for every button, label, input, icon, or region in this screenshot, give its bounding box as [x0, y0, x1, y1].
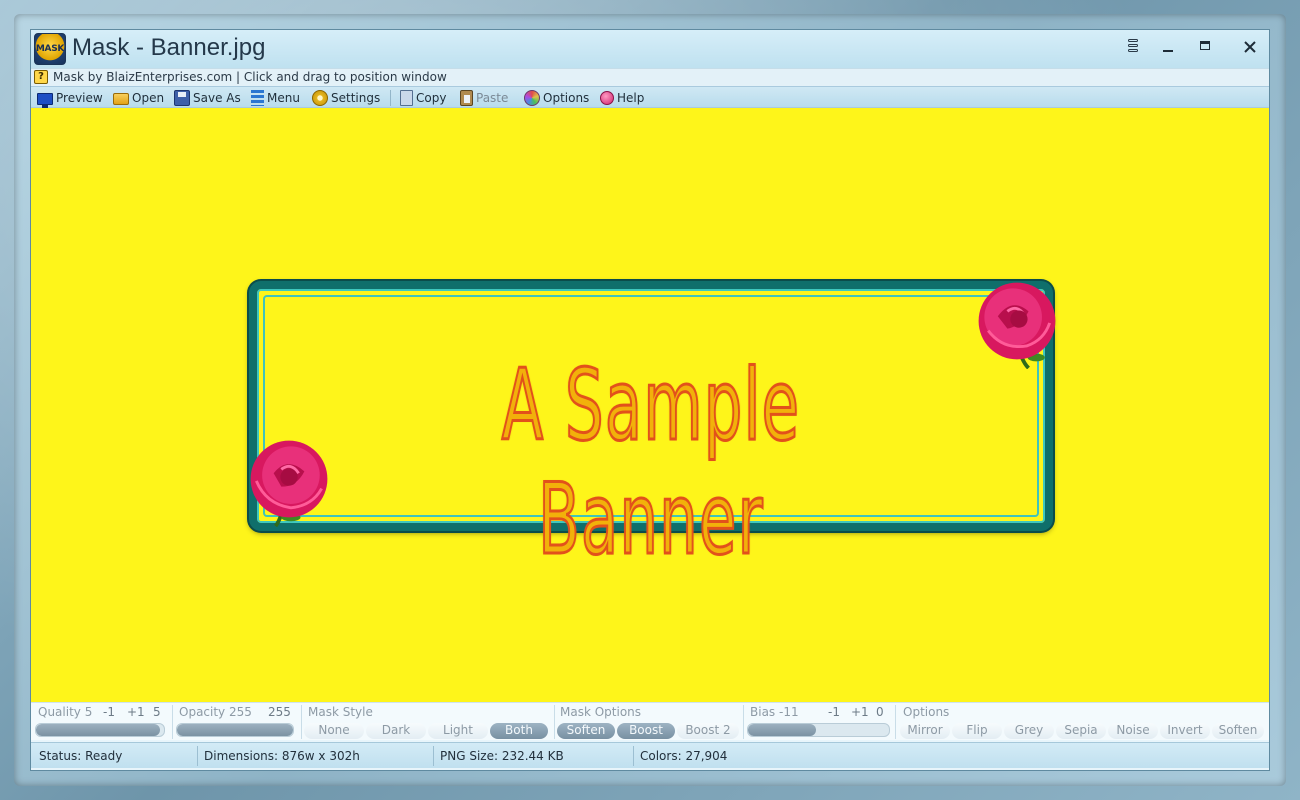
monitor-icon [37, 93, 53, 108]
copy-icon [400, 90, 413, 106]
help-label: Help [617, 91, 645, 105]
open-label: Open [132, 91, 165, 105]
gear-icon [312, 90, 328, 106]
maximize-button[interactable] [1192, 35, 1218, 59]
mask-option-soften-button[interactable]: Soften [557, 723, 615, 739]
menu-lines-icon [251, 90, 264, 106]
options-group: Options Mirror Flip Grey Sepia Noise Inv… [896, 703, 1269, 741]
quality-minus-button[interactable]: -1 [103, 705, 115, 719]
folder-open-icon [113, 93, 129, 105]
quality-plus-button[interactable]: +1 [127, 705, 145, 719]
option-soften-button[interactable]: Soften [1212, 723, 1264, 739]
bias-minus-button[interactable]: -1 [828, 705, 840, 719]
options-button[interactable]: Options [524, 89, 589, 107]
opacity-label: Opacity 255 [179, 705, 252, 719]
app-window: MASK Mask - Banner.jpg ? Mask by BlaizEn… [31, 30, 1269, 770]
preview-label: Preview [56, 91, 103, 105]
mask-style-label: Mask Style [308, 705, 373, 719]
palette-icon [524, 90, 540, 106]
window-title: Mask - Banner.jpg [72, 34, 266, 61]
bias-group: Bias -11 -1 +1 0 [744, 703, 892, 741]
paste-label: Paste [476, 91, 509, 105]
bias-slider[interactable] [747, 723, 890, 737]
option-grey-button[interactable]: Grey [1004, 723, 1054, 739]
close-button[interactable] [1237, 35, 1263, 59]
window-menu-button[interactable] [1120, 35, 1146, 59]
settings-button[interactable]: Settings [312, 89, 380, 107]
opacity-slider[interactable] [176, 723, 294, 737]
opacity-group: Opacity 255 255 [173, 703, 299, 741]
status-text: Status: Ready [33, 746, 198, 766]
toolbar-divider [390, 90, 391, 106]
preview-button[interactable]: Preview [37, 89, 103, 108]
help-button[interactable]: Help [600, 89, 644, 107]
mask-options-label: Mask Options [560, 705, 642, 719]
image-canvas[interactable]: A Sample Banner [31, 108, 1269, 702]
save-as-button[interactable]: Save As [174, 89, 241, 107]
banner-frame: A Sample Banner [249, 281, 1053, 579]
control-strip: Quality 5 -1 +1 5 Opacity 255 255 Mask S… [31, 702, 1269, 740]
copy-button[interactable]: Copy [400, 89, 446, 107]
clipboard-icon [460, 90, 473, 106]
colors-text: Colors: 27,904 [640, 749, 728, 763]
quality-group: Quality 5 -1 +1 5 [31, 703, 171, 741]
option-sepia-button[interactable]: Sepia [1056, 723, 1106, 739]
mask-option-boost2-button[interactable]: Boost 2 [677, 723, 739, 739]
png-size-text: PNG Size: 232.44 KB [434, 746, 634, 766]
app-icon-label: MASK [35, 44, 65, 54]
copy-label: Copy [416, 91, 447, 105]
close-icon [1244, 41, 1256, 53]
option-invert-button[interactable]: Invert [1160, 723, 1210, 739]
bias-plus-button[interactable]: +1 [851, 705, 869, 719]
bias-label: Bias -11 [750, 705, 799, 719]
title-bar[interactable]: MASK Mask - Banner.jpg [31, 30, 1269, 68]
rose-image-bottom-left [250, 440, 328, 527]
mask-options-group: Mask Options Soften Boost Boost 2 [555, 703, 741, 741]
quality-slider-fill [36, 724, 161, 736]
save-as-label: Save As [193, 91, 241, 105]
banner-text: A Sample Banner [501, 348, 801, 579]
option-flip-button[interactable]: Flip [952, 723, 1002, 739]
mask-style-light-button[interactable]: Light [428, 723, 488, 739]
quality-slider[interactable] [35, 723, 165, 737]
dimensions-text: Dimensions: 876w x 302h [198, 746, 434, 766]
question-icon[interactable]: ? [34, 70, 48, 84]
open-button[interactable]: Open [113, 89, 164, 107]
maximize-icon [1200, 41, 1210, 50]
menu-label: Menu [267, 91, 300, 105]
mask-style-none-button[interactable]: None [304, 723, 364, 739]
option-mirror-button[interactable]: Mirror [900, 723, 950, 739]
quality-value: 5 [153, 705, 161, 719]
bias-slider-fill [748, 724, 816, 736]
info-text: Mask by BlaizEnterprises.com | Click and… [53, 70, 447, 84]
mask-style-dark-button[interactable]: Dark [366, 723, 426, 739]
settings-label: Settings [331, 91, 381, 105]
minimize-button[interactable] [1155, 35, 1181, 59]
option-noise-button[interactable]: Noise [1108, 723, 1158, 739]
rose-image-top-right [978, 282, 1056, 369]
quality-label: Quality 5 [38, 705, 93, 719]
minimize-icon [1163, 50, 1173, 52]
paste-button[interactable]: Paste [460, 89, 508, 107]
menu-button[interactable]: Menu [251, 89, 300, 107]
mask-app-icon: MASK [34, 33, 66, 65]
opacity-slider-fill [177, 724, 293, 736]
mask-option-boost-button[interactable]: Boost [617, 723, 675, 739]
options-group-label: Options [903, 705, 950, 719]
mask-style-both-button[interactable]: Both [490, 723, 548, 739]
help-balloon-icon [600, 91, 614, 105]
toolbar: Preview Open Save As Menu Settings Copy … [31, 86, 1269, 108]
info-bar[interactable]: ? Mask by BlaizEnterprises.com | Click a… [31, 68, 1269, 86]
bias-value: 0 [876, 705, 884, 719]
opacity-value: 255 [268, 705, 291, 719]
mask-style-group: Mask Style None Dark Light Both [302, 703, 552, 741]
options-label: Options [543, 91, 590, 105]
status-bar: Status: Ready Dimensions: 876w x 302h PN… [31, 742, 1269, 768]
floppy-disk-icon [174, 90, 190, 106]
